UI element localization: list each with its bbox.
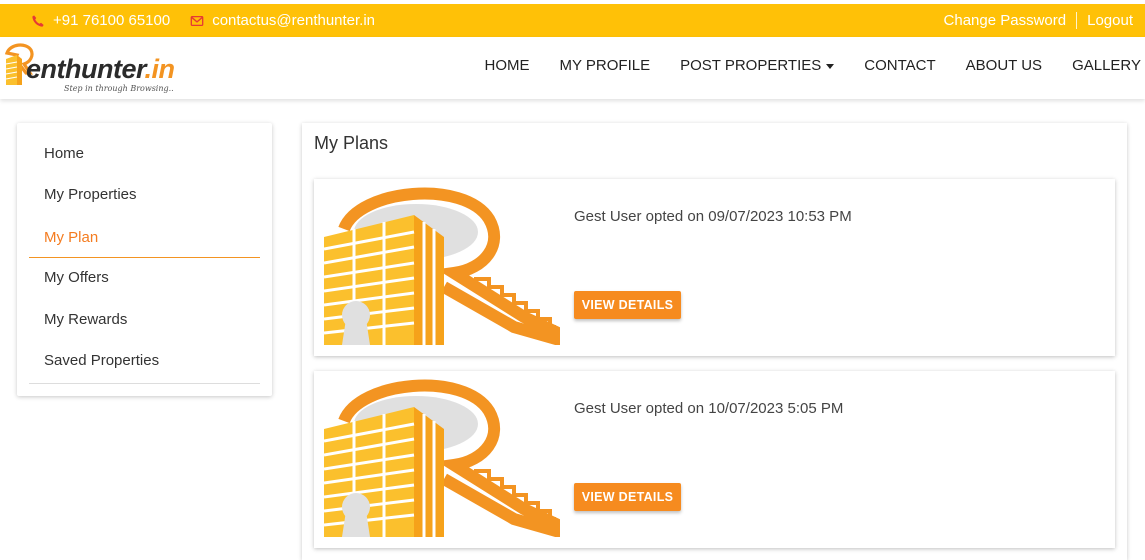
logo-brand-suffix: .in (144, 54, 176, 84)
sidebar-item-my-plan[interactable]: My Plan (29, 218, 260, 258)
account-links: Change Password Logout (944, 12, 1133, 29)
nav-gallery[interactable]: GALLERY (1072, 57, 1141, 74)
sidebar-item-my-properties[interactable]: My Properties (29, 175, 260, 215)
phone-number: +91 76100 65100 (53, 12, 171, 29)
link-divider (1076, 12, 1078, 29)
nav-post-properties-label: POST PROPERTIES (680, 57, 822, 74)
email-address: contactus@renthunter.in (212, 12, 376, 29)
nav-my-profile[interactable]: MY PROFILE (560, 57, 651, 74)
site-logo[interactable]: enthunter.in Step in through Browsing.. (4, 40, 186, 96)
plan-card: Gest User opted on 10/07/2023 5:05 PM VI… (314, 371, 1115, 548)
nav-contact[interactable]: CONTACT (864, 57, 935, 74)
nav-post-properties-dropdown[interactable]: POST PROPERTIES (680, 57, 835, 74)
nav-my-profile-label: MY PROFILE (559, 57, 651, 74)
page-title: My Plans (314, 133, 389, 153)
nav-menu: HOME MY PROFILE POST PROPERTIES CONTACT … (455, 57, 1141, 74)
mail-icon (190, 15, 204, 26)
nav-gallery-label: GALLERY (1072, 57, 1141, 74)
my-plans-panel: My Plans Gest User opted on 09/07/2023 1… (302, 123, 1127, 560)
phone-contact[interactable]: +91 76100 65100 (31, 12, 170, 29)
renthunter-logo-image (324, 187, 560, 345)
plan-card: Gest User opted on 09/07/2023 10:53 PM V… (314, 179, 1115, 356)
sidebar-item-my-rewards[interactable]: My Rewards (29, 300, 260, 340)
plan-opted-text: Gest User opted on 10/07/2023 5:05 PM (574, 400, 844, 417)
change-password-link[interactable]: Change Password (944, 12, 1067, 29)
nav-about-us-label: ABOUT US (965, 57, 1043, 74)
view-details-button[interactable]: VIEW DETAILS (574, 291, 681, 319)
nav-home-label: HOME (484, 57, 530, 74)
logo-brand-main: enthunter (26, 54, 145, 84)
view-details-button[interactable]: VIEW DETAILS (574, 483, 681, 511)
logout-link[interactable]: Logout (1087, 12, 1133, 29)
sidebar-item-home[interactable]: Home (29, 134, 260, 174)
nav-contact-label: CONTACT (864, 57, 936, 74)
account-sidebar: Home My Properties My Plan My Offers My … (17, 123, 272, 396)
top-bar: +91 76100 65100 contactus@renthunter.in … (0, 4, 1145, 37)
logo-tagline: Step in through Browsing.. (64, 84, 174, 93)
nav-about-us[interactable]: ABOUT US (966, 57, 1042, 74)
email-contact[interactable]: contactus@renthunter.in (190, 12, 375, 29)
nav-home[interactable]: HOME (485, 57, 530, 74)
sidebar-item-saved-properties[interactable]: Saved Properties (29, 341, 260, 381)
sidebar-item-my-offers[interactable]: My Offers (29, 258, 260, 298)
phone-icon (32, 14, 44, 27)
logo-wordmark: enthunter.in (26, 54, 175, 85)
caret-down-icon (826, 64, 835, 69)
contact-info: +91 76100 65100 contactus@renthunter.in (31, 12, 395, 29)
renthunter-logo-image (324, 379, 560, 537)
sidebar-divider (29, 383, 260, 384)
main-navbar: enthunter.in Step in through Browsing.. … (0, 37, 1145, 99)
plan-opted-text: Gest User opted on 09/07/2023 10:53 PM (574, 208, 852, 225)
